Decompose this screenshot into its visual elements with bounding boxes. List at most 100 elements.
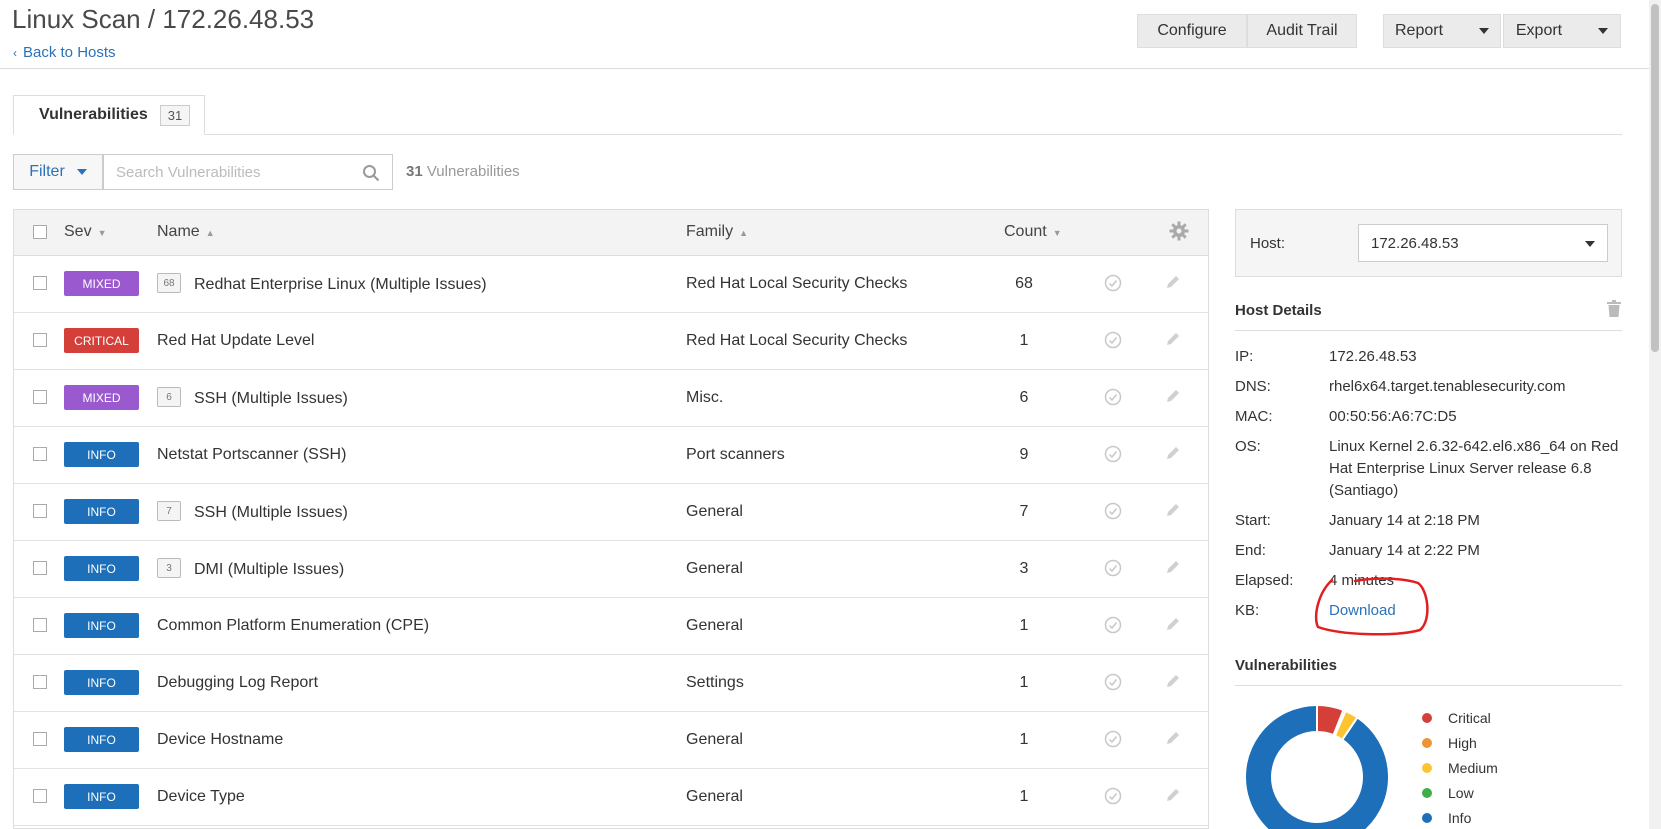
column-header-count[interactable]: Count ▼ (1004, 223, 1062, 241)
legend-label: Info (1448, 809, 1472, 826)
column-header-name[interactable]: Name ▲ (157, 223, 215, 241)
back-to-hosts-link[interactable]: ‹ Back to Hosts (13, 44, 116, 61)
vulnerabilities-donut-chart (1244, 703, 1390, 829)
donut-slice-info[interactable] (1244, 703, 1390, 829)
pencil-icon[interactable] (1165, 502, 1181, 518)
vulnerability-name-text: SSH (Multiple Issues) (194, 504, 348, 522)
vulnerability-name[interactable]: Netstat Portscanner (SSH) (157, 446, 346, 464)
check-circle-icon[interactable] (1104, 673, 1122, 691)
vulnerability-family: General (686, 788, 743, 805)
pencil-icon[interactable] (1165, 616, 1181, 632)
host-detail-row: MAC: 00:50:56:A6:7C:D5 (1235, 406, 1625, 428)
vulnerability-family: General (686, 617, 743, 634)
row-checkbox[interactable] (33, 447, 47, 461)
check-circle-icon[interactable] (1104, 274, 1122, 292)
table-row[interactable]: INFO Device Type General 1 (14, 769, 1208, 826)
vulnerability-count-cell: 1 (1019, 617, 1029, 634)
check-circle-icon[interactable] (1104, 331, 1122, 349)
host-detail-row: OS: Linux Kernel 2.6.32-642.el6.x86_64 on… (1235, 436, 1625, 502)
chevron-left-icon: ‹ (13, 46, 17, 60)
pencil-icon[interactable] (1165, 445, 1181, 461)
report-button[interactable]: Report (1383, 14, 1501, 48)
check-circle-icon[interactable] (1104, 388, 1122, 406)
table-row[interactable]: INFO Common Platform Enumeration (CPE) Gen… (14, 598, 1208, 655)
row-checkbox[interactable] (33, 675, 47, 689)
pencil-icon[interactable] (1165, 787, 1181, 803)
host-selector-panel: Host: 172.26.48.53 (1235, 209, 1622, 277)
search-icon[interactable] (362, 164, 380, 182)
folder-icon: 7 (157, 501, 181, 521)
vulnerability-name[interactable]: Common Platform Enumeration (CPE) (157, 617, 429, 635)
pencil-icon[interactable] (1165, 331, 1181, 347)
severity-badge: MIXED (64, 385, 139, 410)
row-checkbox[interactable] (33, 333, 47, 347)
row-checkbox[interactable] (33, 276, 47, 290)
configure-button[interactable]: Configure (1137, 14, 1247, 48)
row-checkbox[interactable] (33, 732, 47, 746)
back-link-label: Back to Hosts (23, 44, 116, 61)
vulnerability-name[interactable]: 3 DMI (Multiple Issues) (157, 558, 344, 580)
pencil-icon[interactable] (1165, 388, 1181, 404)
vulnerability-name[interactable]: Debugging Log Report (157, 674, 318, 692)
vulnerability-name[interactable]: 7 SSH (Multiple Issues) (157, 501, 348, 523)
check-circle-icon[interactable] (1104, 730, 1122, 748)
host-details-list: IP: 172.26.48.53 DNS: rhel6x64.target.tenab… (1235, 346, 1625, 630)
table-row[interactable]: INFO 7 SSH (Multiple Issues) General 7 (14, 484, 1208, 541)
table-row[interactable]: MIXED 6 SSH (Multiple Issues) Misc. 6 (14, 370, 1208, 427)
pencil-icon[interactable] (1165, 730, 1181, 746)
vulnerability-name-text: Red Hat Update Level (157, 332, 315, 349)
host-select-value: 172.26.48.53 (1371, 234, 1459, 252)
export-button[interactable]: Export (1503, 14, 1621, 48)
vulnerability-count-cell: 1 (1019, 674, 1029, 691)
legend-item: Critical (1422, 705, 1498, 730)
sort-asc-icon: ▲ (205, 228, 215, 238)
host-detail-row: IP: 172.26.48.53 (1235, 346, 1625, 368)
check-circle-icon[interactable] (1104, 616, 1122, 634)
tab-count-badge: 31 (159, 104, 191, 126)
check-circle-icon[interactable] (1104, 445, 1122, 463)
table-row[interactable]: MIXED 68 Redhat Enterprise Linux (Multiple… (14, 256, 1208, 313)
vulnerability-name[interactable]: Device Type (157, 788, 245, 806)
select-all-checkbox[interactable] (33, 225, 47, 239)
tab-vulnerabilities[interactable]: Vulnerabilities 31 (13, 95, 205, 135)
table-row[interactable]: CRITICAL Red Hat Update Level Red Hat Loca… (14, 313, 1208, 370)
table-row[interactable]: INFO Device Hostname General 1 (14, 712, 1208, 769)
trash-icon[interactable] (1607, 300, 1621, 317)
name-header-label: Name (157, 223, 200, 240)
row-checkbox[interactable] (33, 504, 47, 518)
scrollbar-thumb[interactable] (1651, 4, 1659, 352)
gear-icon[interactable] (1169, 221, 1189, 241)
audit-trail-button[interactable]: Audit Trail (1247, 14, 1357, 48)
filter-button[interactable]: Filter (13, 154, 103, 190)
export-label: Export (1515, 22, 1563, 39)
check-circle-icon[interactable] (1104, 559, 1122, 577)
kb-download-link[interactable]: Download (1329, 600, 1619, 622)
severity-badge: INFO (64, 499, 139, 524)
vulnerability-name[interactable]: Device Hostname (157, 731, 283, 749)
row-checkbox[interactable] (33, 789, 47, 803)
pencil-icon[interactable] (1165, 559, 1181, 575)
table-row[interactable]: INFO Netstat Portscanner (SSH) Port scanne… (14, 427, 1208, 484)
vulnerability-name[interactable]: 6 SSH (Multiple Issues) (157, 387, 348, 409)
check-circle-icon[interactable] (1104, 787, 1122, 805)
check-circle-icon[interactable] (1104, 502, 1122, 520)
search-input[interactable] (104, 155, 354, 189)
severity-badge: INFO (64, 442, 139, 467)
vulnerability-name[interactable]: Red Hat Update Level (157, 332, 314, 350)
row-checkbox[interactable] (33, 390, 47, 404)
host-detail-row: Start: January 14 at 2:18 PM (1235, 510, 1625, 532)
page-title: Linux Scan / 172.26.48.53 (12, 4, 315, 34)
host-select[interactable]: 172.26.48.53 (1358, 224, 1608, 262)
pencil-icon[interactable] (1165, 673, 1181, 689)
host-detail-key: DNS: (1235, 378, 1271, 395)
pencil-icon[interactable] (1165, 274, 1181, 290)
table-row[interactable]: INFO Debugging Log Report Settings 1 (14, 655, 1208, 712)
column-header-family[interactable]: Family ▲ (686, 223, 748, 241)
vulnerability-name[interactable]: 68 Redhat Enterprise Linux (Multiple Issu… (157, 273, 487, 295)
vulnerability-count: 31 Vulnerabilities (406, 163, 520, 180)
table-row[interactable]: INFO 3 DMI (Multiple Issues) General 3 (14, 541, 1208, 598)
row-checkbox[interactable] (33, 618, 47, 632)
vulnerability-family: Port scanners (686, 446, 785, 463)
row-checkbox[interactable] (33, 561, 47, 575)
column-header-sev[interactable]: Sev ▼ (64, 223, 107, 241)
